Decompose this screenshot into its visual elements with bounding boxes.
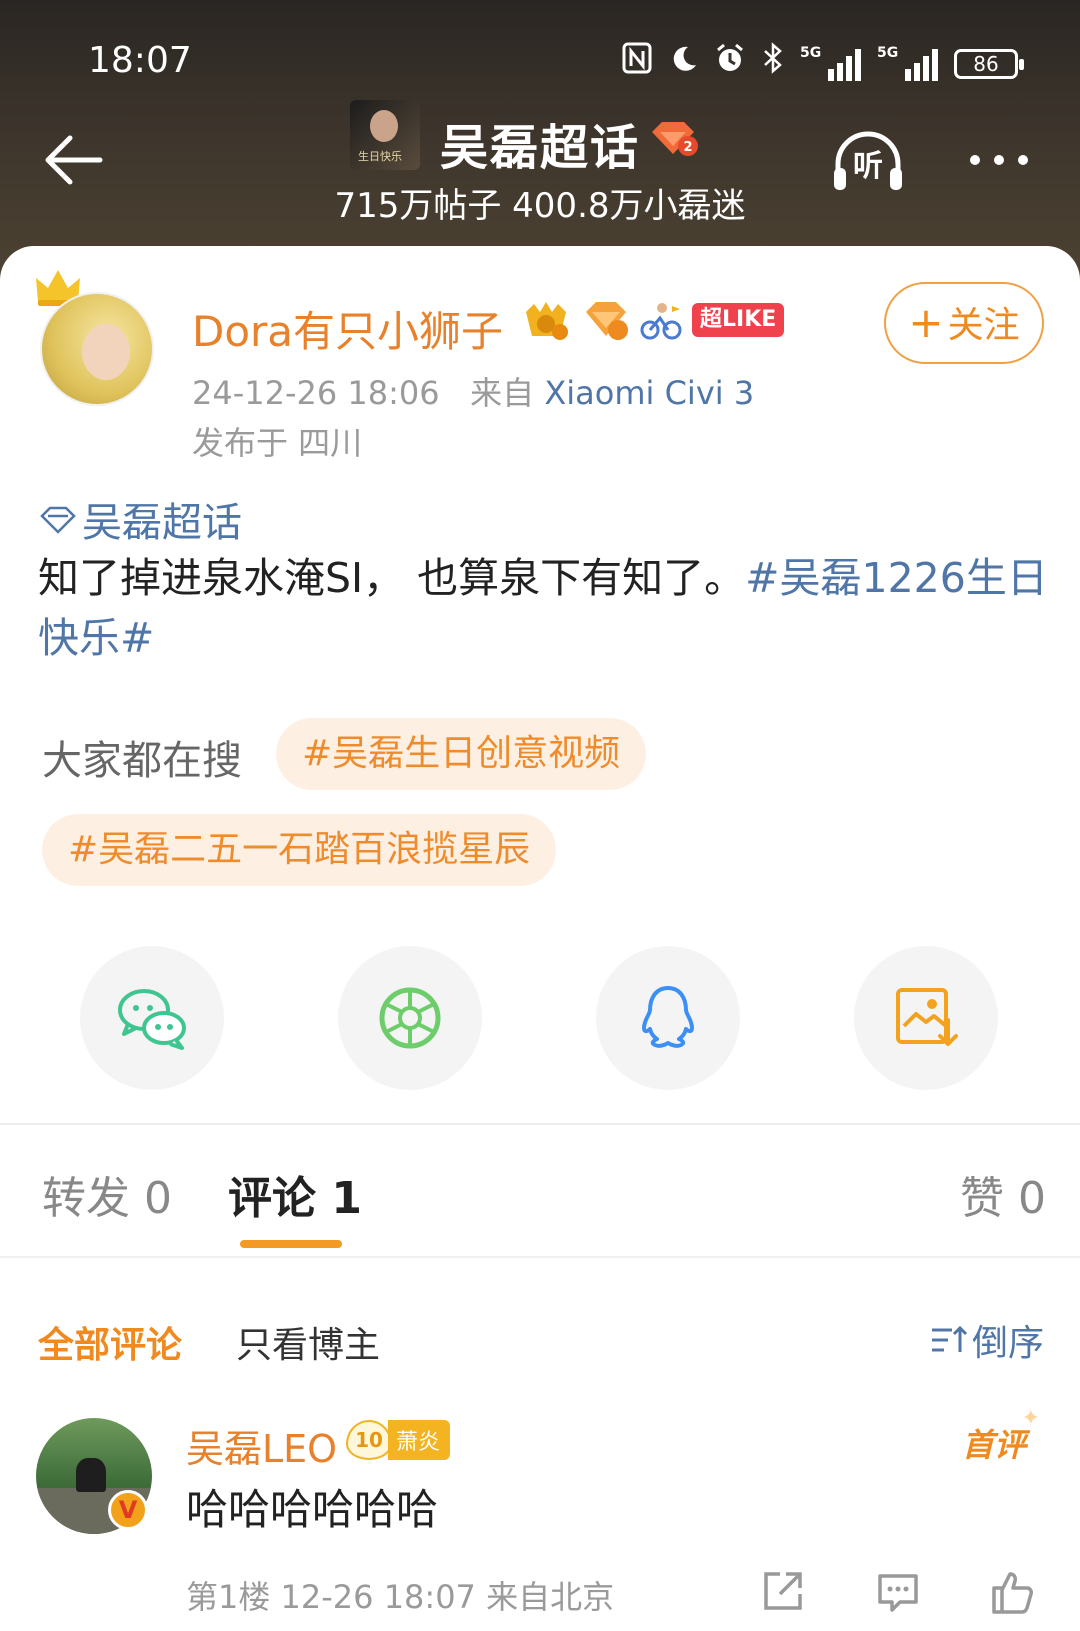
filter-all-comments[interactable]: 全部评论	[38, 1316, 182, 1368]
share-moments-button[interactable]	[338, 946, 482, 1090]
commenter-name[interactable]: 吴磊LEO	[186, 1418, 337, 1473]
trending-chip[interactable]: #吴磊生日创意视频	[276, 718, 647, 790]
post-timestamp: 24-12-26 18:06	[192, 374, 440, 412]
plus-icon: +	[908, 298, 944, 347]
post-meta: 24-12-26 18:06 来自 Xiaomi Civi 3	[192, 368, 754, 414]
topic-level-badge-icon: 2	[648, 118, 698, 158]
sort-label: 倒序	[972, 1323, 1045, 1364]
topic-thumb-text: 生日快乐	[358, 150, 402, 163]
nfc-icon	[622, 42, 652, 85]
post-device-link[interactable]: Xiaomi Civi 3	[544, 374, 754, 412]
author-badges: 超LIKE	[520, 296, 785, 344]
moon-icon	[668, 43, 698, 84]
topic-title[interactable]: 吴磊超话	[440, 108, 640, 178]
comment-text: 哈哈哈哈哈哈	[186, 1485, 439, 1534]
super-like-badge[interactable]: 超LIKE	[692, 303, 785, 337]
sort-button[interactable]: 倒序	[928, 1314, 1044, 1366]
topic-link[interactable]: 吴磊超话	[38, 490, 242, 548]
save-image-button[interactable]	[854, 946, 998, 1090]
share-icon	[764, 1572, 802, 1610]
listen-icon-label: 听	[853, 149, 883, 184]
status-time: 18:07	[88, 40, 192, 81]
signal-5g-icon: 5G	[800, 45, 861, 81]
filter-op-only[interactable]: 只看博主	[236, 1316, 380, 1368]
tab-comment[interactable]: 评论 1	[228, 1162, 362, 1226]
follow-label: 关注	[947, 305, 1020, 346]
listen-button[interactable]: 听	[830, 128, 906, 194]
comment-icon	[878, 1574, 918, 1612]
svg-text:2: 2	[683, 140, 692, 155]
reply-comment-button[interactable]	[874, 1568, 922, 1616]
tab-like[interactable]: 赞 0	[960, 1162, 1046, 1226]
active-tab-indicator	[240, 1240, 342, 1248]
post-body: 知了掉进泉水淹SI， 也算泉下有知了。#吴磊1226生日快乐#	[38, 548, 1048, 668]
fan-badge-name: 萧炎	[388, 1420, 451, 1460]
trending-search-label: 大家都在搜	[42, 738, 242, 784]
status-bar: 18:07 5G 5G 86	[0, 36, 1080, 86]
status-icons: 5G 5G 86	[622, 42, 1024, 85]
comment-meta: 第1楼 12-26 18:07 来自北京	[186, 1578, 615, 1616]
share-qq-button[interactable]	[596, 946, 740, 1090]
diamond-icon	[40, 506, 76, 534]
author-avatar[interactable]	[40, 292, 154, 406]
divider	[0, 1256, 1080, 1258]
qq-icon	[642, 986, 694, 1048]
verified-badge: V	[108, 1490, 148, 1530]
signal-5g-icon-2: 5G	[877, 45, 938, 81]
post-text: 知了掉进泉水淹SI， 也算泉下有知了。	[38, 554, 746, 602]
tab-repost[interactable]: 转发 0	[42, 1162, 172, 1226]
more-options-button[interactable]	[970, 148, 1040, 172]
first-comment-label: 首评	[962, 1406, 1040, 1466]
topic-thumbnail[interactable]: 生日快乐	[350, 100, 420, 170]
share-comment-button[interactable]	[758, 1568, 806, 1616]
like-comment-button[interactable]	[988, 1568, 1036, 1616]
divider	[0, 1123, 1080, 1125]
gold-crown-badge-icon[interactable]	[520, 298, 572, 342]
alarm-icon	[714, 42, 746, 85]
post-card	[0, 246, 1080, 1631]
trending-chip[interactable]: #吴磊二五一石踏百浪揽星辰	[42, 814, 557, 886]
follow-button[interactable]: + 关注	[884, 282, 1044, 364]
fan-level-badge[interactable]: 10 萧炎	[346, 1420, 451, 1460]
sort-icon	[932, 1325, 968, 1352]
fan-level-badge-icon[interactable]	[582, 298, 630, 342]
post-source-prefix: 来自	[470, 374, 535, 412]
post-location: 发布于 四川	[192, 424, 363, 462]
wechat-icon	[118, 989, 186, 1050]
bluetooth-icon	[762, 42, 784, 85]
thumbs-up-icon	[992, 1572, 1033, 1614]
battery-icon: 86	[954, 48, 1024, 79]
share-wechat-button[interactable]	[80, 946, 224, 1090]
fan-level-number: 10	[346, 1420, 392, 1460]
topic-stats: 715万帖子 400.8万小磊迷	[334, 186, 746, 226]
cycling-badge-icon[interactable]	[640, 300, 682, 340]
moments-icon	[379, 987, 441, 1049]
save-image-icon	[896, 988, 958, 1046]
topic-link-label: 吴磊超话	[82, 500, 242, 546]
author-name[interactable]: Dora有只小狮子	[192, 298, 503, 359]
